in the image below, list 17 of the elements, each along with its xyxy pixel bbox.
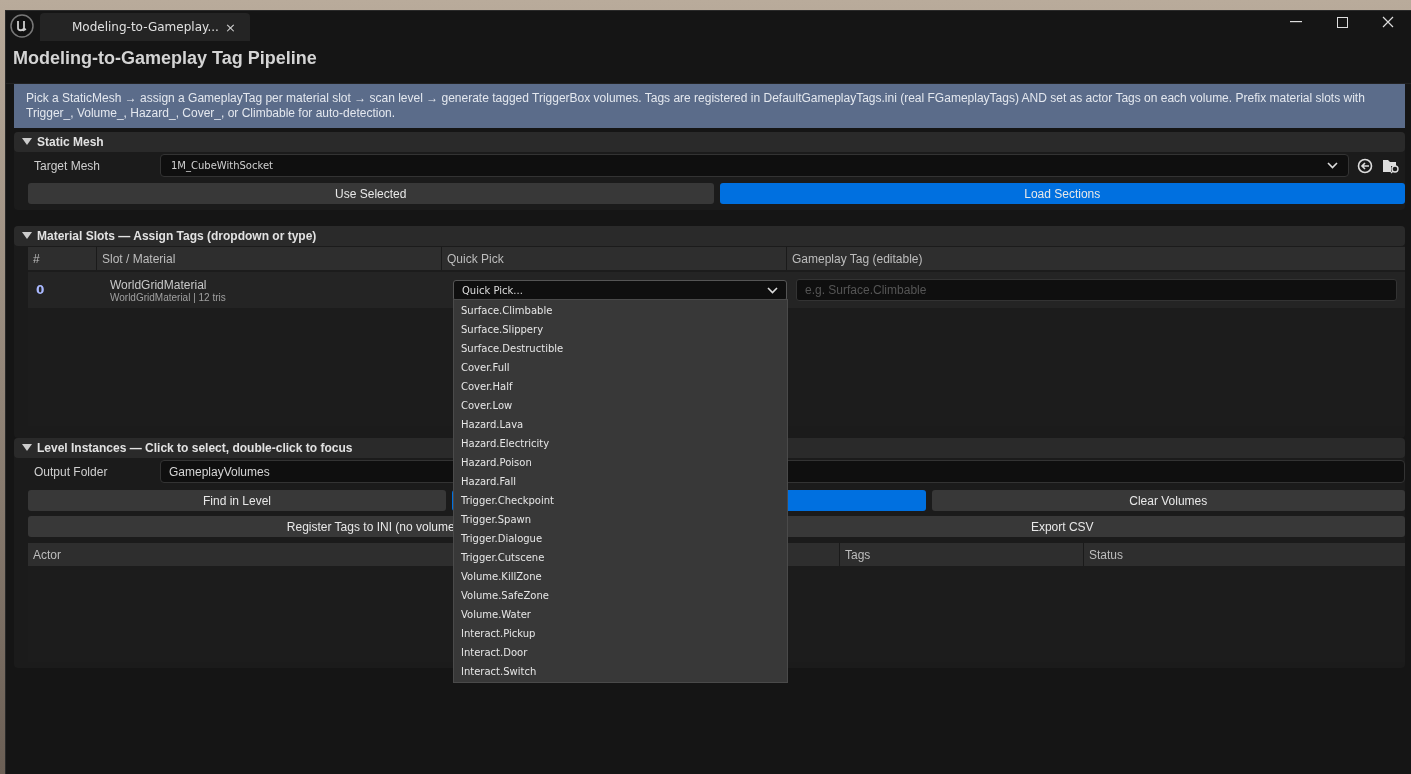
- slot-detail: WorldGridMaterial | 12 tris: [110, 291, 227, 303]
- section-title: Static Mesh: [37, 135, 104, 149]
- column-header: #: [32, 250, 41, 268]
- tab-title: Modeling-to-Gameplay...: [72, 20, 219, 34]
- slot-index: 0: [35, 283, 46, 297]
- info-banner: Pick a StaticMesh → assign a GameplayTag per material slot → scan level → generate tagged TriggerBox volumes. Tags are registered in DefaultGameplayTags.ini (real FGameplayTags) AND set as actor Tags on each volume. Prefix material slots with Trigger_, Volume_, Hazard_, Cover_, or Climbable for auto-detection.: [14, 84, 1405, 128]
- column-header: Slot / Material: [96, 247, 441, 270]
- slot-name: WorldGridMaterial: [110, 277, 208, 292]
- field-label: Target Mesh: [33, 158, 102, 173]
- column-header: Gameplay Tag (editable): [786, 247, 1405, 270]
- column-header: Tags: [845, 547, 871, 562]
- section-title: Material Slots — Assign Tags (dropdown or type): [37, 229, 317, 243]
- field-label: Output Folder: [33, 464, 109, 479]
- column-header: Actor: [33, 547, 61, 562]
- section-title: Level Instances — Click to select, double-click to focus: [37, 441, 353, 455]
- column-header: Quick Pick: [441, 247, 786, 270]
- column-header: Status: [1089, 547, 1124, 562]
